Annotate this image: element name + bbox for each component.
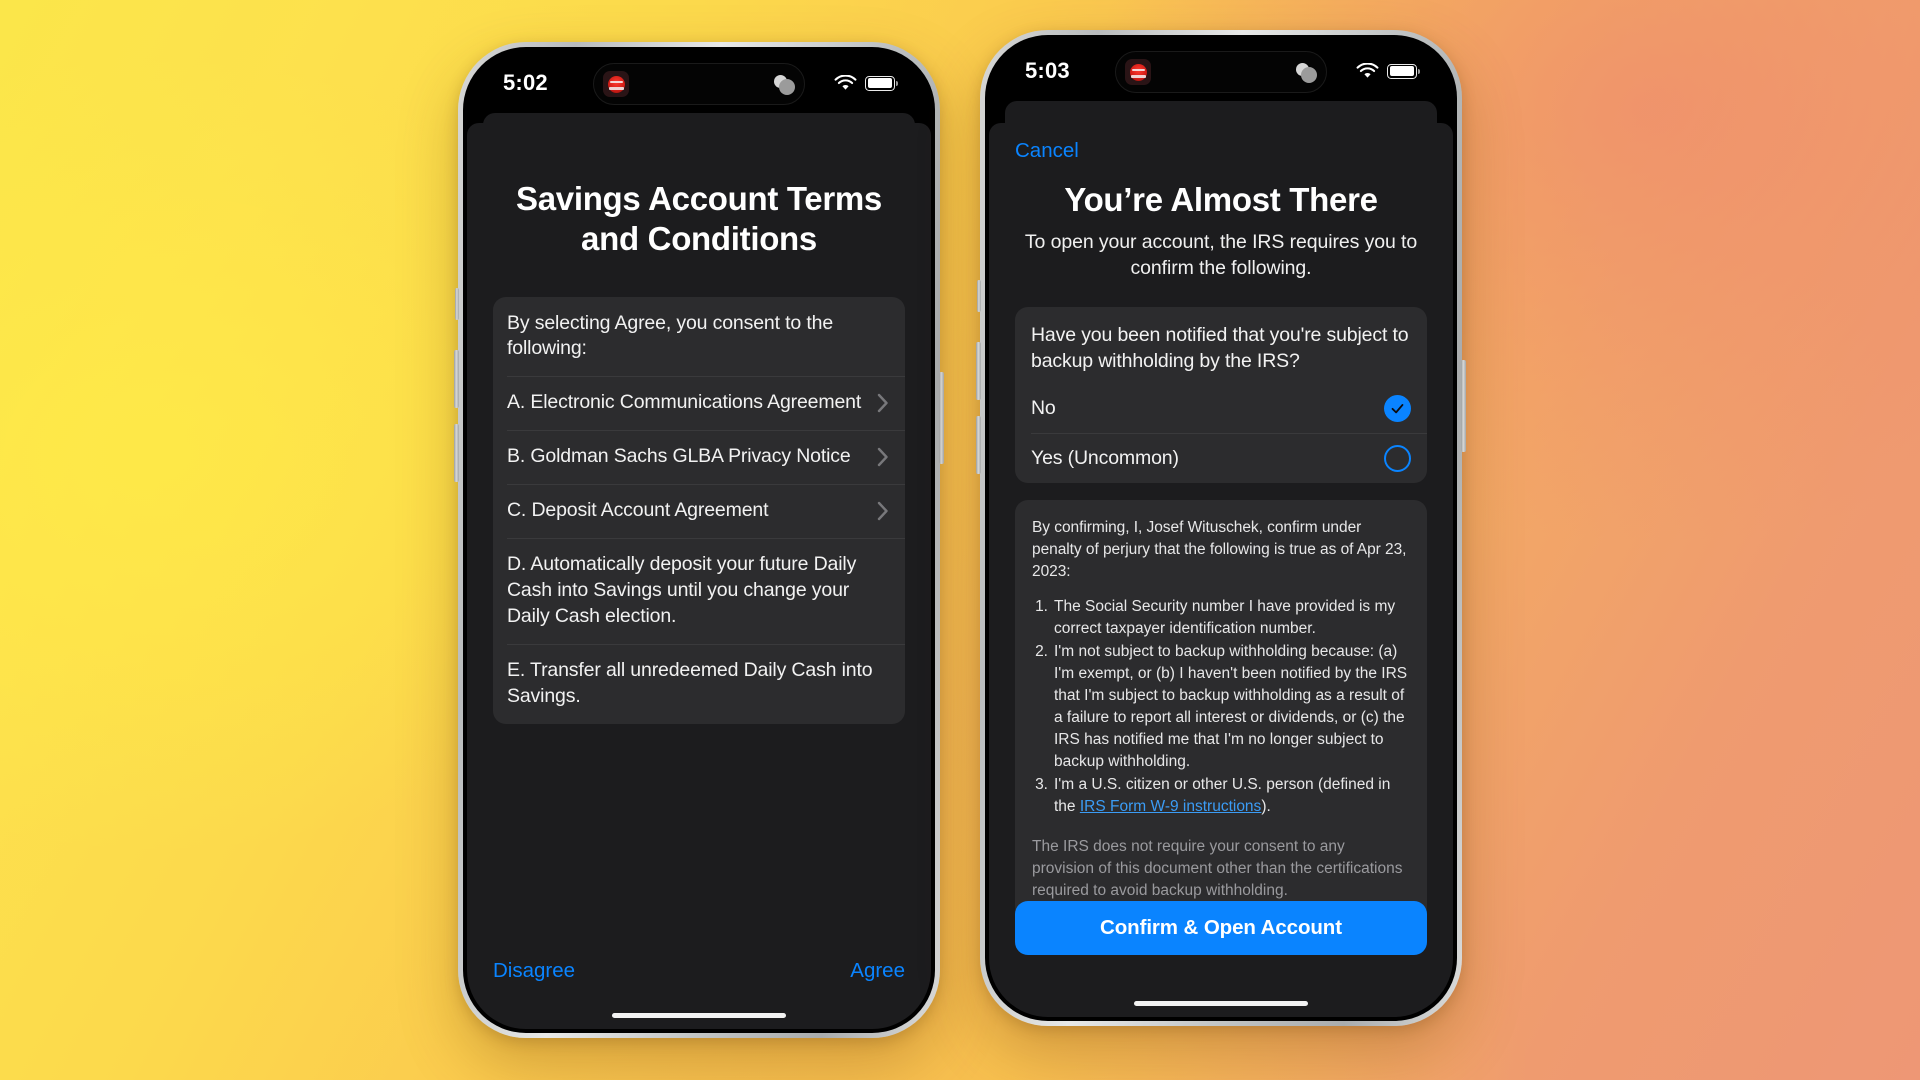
silence-switch[interactable]: [977, 280, 981, 312]
option-no[interactable]: No: [1015, 383, 1427, 433]
peach-activity-icon: [774, 74, 795, 95]
island-right-group: [774, 74, 795, 95]
phone-right: Cancel You’re Almost There To open your …: [976, 30, 1466, 1026]
list-item: E. Transfer all unredeemed Daily Cash in…: [493, 644, 905, 724]
phone-left: Savings Account Terms and Conditions By …: [454, 42, 944, 1038]
status-time: 5:03: [1025, 58, 1070, 83]
status-right-group: [834, 74, 898, 92]
peach-activity-icon: [1296, 62, 1317, 83]
phone-left-screen: Savings Account Terms and Conditions By …: [467, 51, 931, 1029]
dynamic-island[interactable]: [593, 63, 805, 105]
wifi-icon: [834, 74, 857, 90]
battery-icon: [1387, 63, 1420, 79]
list-item-electronic-communications[interactable]: A. Electronic Communications Agreement: [493, 376, 905, 430]
option-label: No: [1031, 396, 1056, 419]
legal-item: 1. The Social Security number I have pro…: [1032, 596, 1410, 640]
legal-item: 2. I'm not subject to backup withholding…: [1032, 641, 1410, 773]
irs-form-w9-link[interactable]: IRS Form W-9 instructions: [1080, 798, 1261, 815]
cancel-button[interactable]: Cancel: [1015, 139, 1079, 163]
phone-right-body: Cancel You’re Almost There To open your …: [985, 35, 1457, 1021]
sheet-peek-right: [1005, 101, 1437, 127]
terms-content: Savings Account Terms and Conditions By …: [467, 123, 931, 1029]
legal-item-text: I'm not subject to backup withholding be…: [1054, 643, 1408, 771]
check-icon: [1391, 403, 1404, 414]
radio-selected-icon: [1384, 394, 1411, 422]
confirm-and-open-account-button[interactable]: Confirm & Open Account: [1015, 901, 1427, 955]
list-item-label: B. Goldman Sachs GLBA Privacy Notice: [507, 445, 851, 468]
volume-up-button[interactable]: [976, 342, 981, 400]
phone-right-screen: Cancel You’re Almost There To open your …: [989, 39, 1453, 1017]
irs-confirmation-page: Cancel You’re Almost There To open your …: [989, 123, 1453, 1017]
battery-icon: [865, 75, 898, 91]
list-item: By selecting Agree, you consent to the f…: [493, 297, 905, 377]
list-item-label: A. Electronic Communications Agreement: [507, 391, 862, 414]
legal-item-text: I'm a U.S. citizen or other U.S. person …: [1054, 774, 1410, 818]
irs-content: Cancel You’re Almost There To open your …: [989, 123, 1453, 1017]
backup-withholding-question-card: Have you been notified that you're subje…: [1015, 307, 1427, 484]
phone-left-body: Savings Account Terms and Conditions By …: [463, 47, 935, 1033]
volume-down-button[interactable]: [976, 416, 981, 474]
volume-up-button[interactable]: [454, 350, 459, 408]
status-bar-left: 5:02: [467, 51, 931, 115]
legal-item-number: 3.: [1035, 776, 1048, 794]
modal-nav-bar: Cancel: [1015, 123, 1427, 163]
agree-button[interactable]: Agree: [850, 959, 905, 983]
list-item-label: By selecting Agree, you consent to the f…: [507, 311, 834, 360]
radio-unselected-icon: [1384, 444, 1411, 472]
chevron-right-icon: [877, 502, 888, 521]
list-item-glba-privacy-notice[interactable]: B. Goldman Sachs GLBA Privacy Notice: [493, 430, 905, 484]
chevron-right-icon: [877, 394, 888, 413]
question-label: Have you been notified that you're subje…: [1031, 324, 1409, 373]
legal-item-text-after: ).: [1261, 798, 1271, 816]
power-button[interactable]: [1461, 360, 1466, 452]
option-label: Yes (Uncommon): [1031, 446, 1179, 469]
legal-item: 3. I'm a U.S. citizen or other U.S. pers…: [1032, 774, 1410, 818]
status-bar-right: 5:03: [989, 39, 1453, 103]
legal-list: 1. The Social Security number I have pro…: [1032, 596, 1410, 818]
wifi-icon: [1356, 62, 1379, 78]
chevron-right-icon: [877, 448, 888, 467]
status-right-group: [1356, 62, 1420, 80]
option-yes-uncommon[interactable]: Yes (Uncommon): [1015, 433, 1427, 483]
dynamic-island[interactable]: [1115, 51, 1327, 93]
legal-intro: By confirming, I, Josef Wituschek, confi…: [1032, 519, 1407, 581]
power-button[interactable]: [939, 372, 944, 464]
list-item-label: C. Deposit Account Agreement: [507, 499, 769, 522]
perjury-statement-card: By confirming, I, Josef Wituschek, confi…: [1015, 500, 1427, 921]
island-right-group: [1296, 62, 1317, 83]
terms-page: Savings Account Terms and Conditions By …: [467, 123, 931, 1029]
legal-item-number: 2.: [1035, 643, 1048, 661]
legal-item-text: The Social Security number I have provid…: [1054, 598, 1396, 638]
disagree-button[interactable]: Disagree: [493, 959, 575, 983]
legal-note: The IRS does not require your consent to…: [1032, 838, 1403, 900]
phones-stage: Savings Account Terms and Conditions By …: [0, 0, 1920, 1080]
red-app-icon: [1125, 59, 1151, 85]
volume-down-button[interactable]: [454, 424, 459, 482]
home-indicator[interactable]: [1134, 1001, 1308, 1006]
legal-item-number: 1.: [1035, 598, 1048, 616]
status-time: 5:02: [503, 70, 548, 95]
page-title: Savings Account Terms and Conditions: [516, 180, 882, 258]
page-subtitle: To open your account, the IRS requires y…: [1024, 231, 1418, 279]
terms-list: By selecting Agree, you consent to the f…: [493, 296, 905, 724]
home-indicator[interactable]: [612, 1013, 786, 1018]
page-title: You’re Almost There: [1064, 181, 1378, 218]
list-item: D. Automatically deposit your future Dai…: [493, 538, 905, 644]
terms-actions: Disagree Agree: [493, 959, 905, 983]
red-app-icon: [603, 71, 629, 97]
list-item-label: E. Transfer all unredeemed Daily Cash in…: [507, 659, 873, 708]
list-item-deposit-account-agreement[interactable]: C. Deposit Account Agreement: [493, 484, 905, 538]
sheet-peek-left: [483, 113, 915, 139]
list-item-label: D. Automatically deposit your future Dai…: [507, 553, 857, 628]
silence-switch[interactable]: [455, 288, 459, 320]
